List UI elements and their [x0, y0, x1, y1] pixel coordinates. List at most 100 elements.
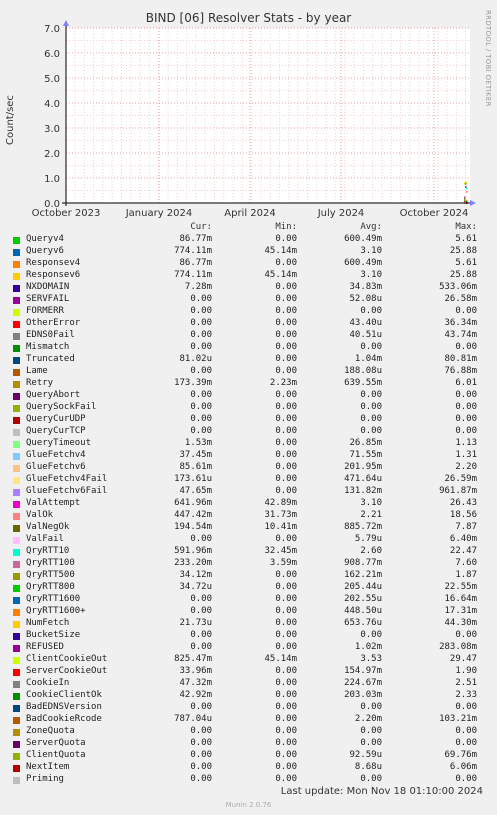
max-value: 0.00: [455, 726, 477, 736]
min-value: 0.00: [275, 750, 297, 760]
series-name: QueryAbort: [26, 390, 81, 400]
avg-value: 202.55u: [344, 594, 382, 604]
legend-swatch: [13, 609, 20, 616]
series-mark: [464, 182, 466, 185]
cur-value: 447.42m: [174, 510, 212, 520]
min-value: 0.00: [275, 726, 297, 736]
cur-value: 47.65m: [179, 486, 212, 496]
legend-row: CookieClientOk 42.92m 0.00 203.03m 2.33: [0, 690, 497, 702]
legend-row: SERVFAIL 0.00 0.00 52.08u 26.58m: [0, 294, 497, 306]
legend-row: Priming 0.00 0.00 0.00 0.00: [0, 774, 497, 786]
legend-swatch: [13, 777, 20, 784]
cur-value: 0.00: [190, 702, 212, 712]
avg-value: 52.08u: [349, 294, 382, 304]
y-tick-label: 7.0: [44, 24, 60, 35]
min-value: 0.00: [275, 690, 297, 700]
plot-area: 0.01.02.03.04.05.06.07.0 October 2023 Jan…: [32, 20, 476, 219]
avg-value: 0.00: [360, 774, 382, 784]
max-value: 44.30m: [444, 618, 477, 628]
legend-swatch: [13, 369, 20, 376]
series-name: CookieClientOk: [26, 690, 102, 700]
legend-row: QueryCurTCP 0.00 0.00 0.00 0.00: [0, 426, 497, 438]
max-value: 43.74m: [444, 330, 477, 340]
min-value: 0.00: [275, 414, 297, 424]
legend-row: Lame 0.00 0.00 188.08u 76.88m: [0, 366, 497, 378]
avg-value: 0.00: [360, 702, 382, 712]
avg-value: 448.50u: [344, 606, 382, 616]
legend-swatch: [13, 741, 20, 748]
max-value: 22.55m: [444, 582, 477, 592]
max-value: 0.00: [455, 414, 477, 424]
legend-swatch: [13, 237, 20, 244]
max-value: 0.00: [455, 426, 477, 436]
min-value: 32.45m: [264, 546, 297, 556]
y-tick-label: 6.0: [44, 49, 60, 60]
max-value: 0.00: [455, 402, 477, 412]
min-value: 0.00: [275, 678, 297, 688]
cur-value: 37.45m: [179, 450, 212, 460]
x-tick-labels: October 2023 January 2024 April 2024 July 2…: [32, 208, 469, 219]
legend-swatch: [13, 501, 20, 508]
max-value: 7.60: [455, 558, 477, 568]
legend-swatch: [13, 537, 20, 544]
avg-value: 0.00: [360, 426, 382, 436]
min-value: 10.41m: [264, 522, 297, 532]
series-name: GlueFetchv6Fail: [26, 486, 108, 496]
legend-row: NumFetch 21.73u 0.00 653.76u 44.30m: [0, 618, 497, 630]
cur-value: 0.00: [190, 738, 212, 748]
cur-value: 641.96m: [174, 498, 212, 508]
min-value: 0.00: [275, 594, 297, 604]
legend-row: ServerQuota 0.00 0.00 0.00 0.00: [0, 738, 497, 750]
legend-swatch: [13, 585, 20, 592]
max-value: 7.87: [455, 522, 477, 532]
cur-value: 0.00: [190, 426, 212, 436]
legend-swatch: [13, 333, 20, 340]
legend-swatch: [13, 345, 20, 352]
series-name: QryRTT100: [26, 558, 75, 568]
avg-value: 0.00: [360, 402, 382, 412]
col-header-max: Max:: [455, 222, 477, 232]
series-name: Mismatch: [26, 342, 70, 352]
avg-value: 0.00: [360, 390, 382, 400]
x-tick-label: January 2024: [125, 208, 193, 219]
munin-version: Munin 2.0.76: [225, 801, 272, 809]
max-value: 80.81m: [444, 354, 477, 364]
legend-swatch: [13, 309, 20, 316]
series-name: Lame: [26, 366, 48, 376]
series-name: ValAttempt: [26, 498, 81, 508]
max-value: 26.59m: [444, 474, 477, 484]
min-value: 45.14m: [264, 654, 297, 664]
avg-value: 71.55m: [349, 450, 382, 460]
series-mark: [466, 181, 468, 184]
max-value: 1.31: [455, 450, 477, 460]
min-value: 0.00: [275, 666, 297, 676]
max-value: 25.88: [449, 246, 477, 256]
avg-value: 188.08u: [344, 366, 382, 376]
cur-value: 0.00: [190, 294, 212, 304]
max-value: 1.13: [455, 438, 477, 448]
cur-value: 825.47m: [174, 654, 212, 664]
max-value: 961.87m: [439, 486, 477, 496]
cur-value: 774.11m: [174, 246, 212, 256]
legend-row: FORMERR 0.00 0.00 0.00 0.00: [0, 306, 497, 318]
avg-value: 205.44u: [344, 582, 382, 592]
legend-swatch: [13, 297, 20, 304]
series-name: ServerCookieOut: [26, 666, 108, 676]
cur-value: 0.00: [190, 366, 212, 376]
series-name: QueryCurTCP: [26, 426, 86, 436]
series-name: ClientQuota: [26, 750, 86, 760]
legend-row: QryRTT100 233.20m 3.59m 908.77m 7.60: [0, 558, 497, 570]
max-value: 0.00: [455, 630, 477, 640]
cur-value: 233.20m: [174, 558, 212, 568]
y-tick-label: 5.0: [44, 74, 60, 85]
cur-value: 1.53m: [184, 438, 212, 448]
cur-value: 34.12m: [179, 570, 212, 580]
series-name: GlueFetchv4Fail: [26, 474, 108, 484]
max-value: 26.43: [449, 498, 477, 508]
series-name: ValFail: [26, 534, 64, 544]
cur-value: 173.39m: [174, 378, 212, 388]
max-value: 6.40m: [449, 534, 477, 544]
cur-value: 86.77m: [179, 234, 212, 244]
cur-value: 591.96m: [174, 546, 212, 556]
series-name: REFUSED: [26, 642, 64, 652]
